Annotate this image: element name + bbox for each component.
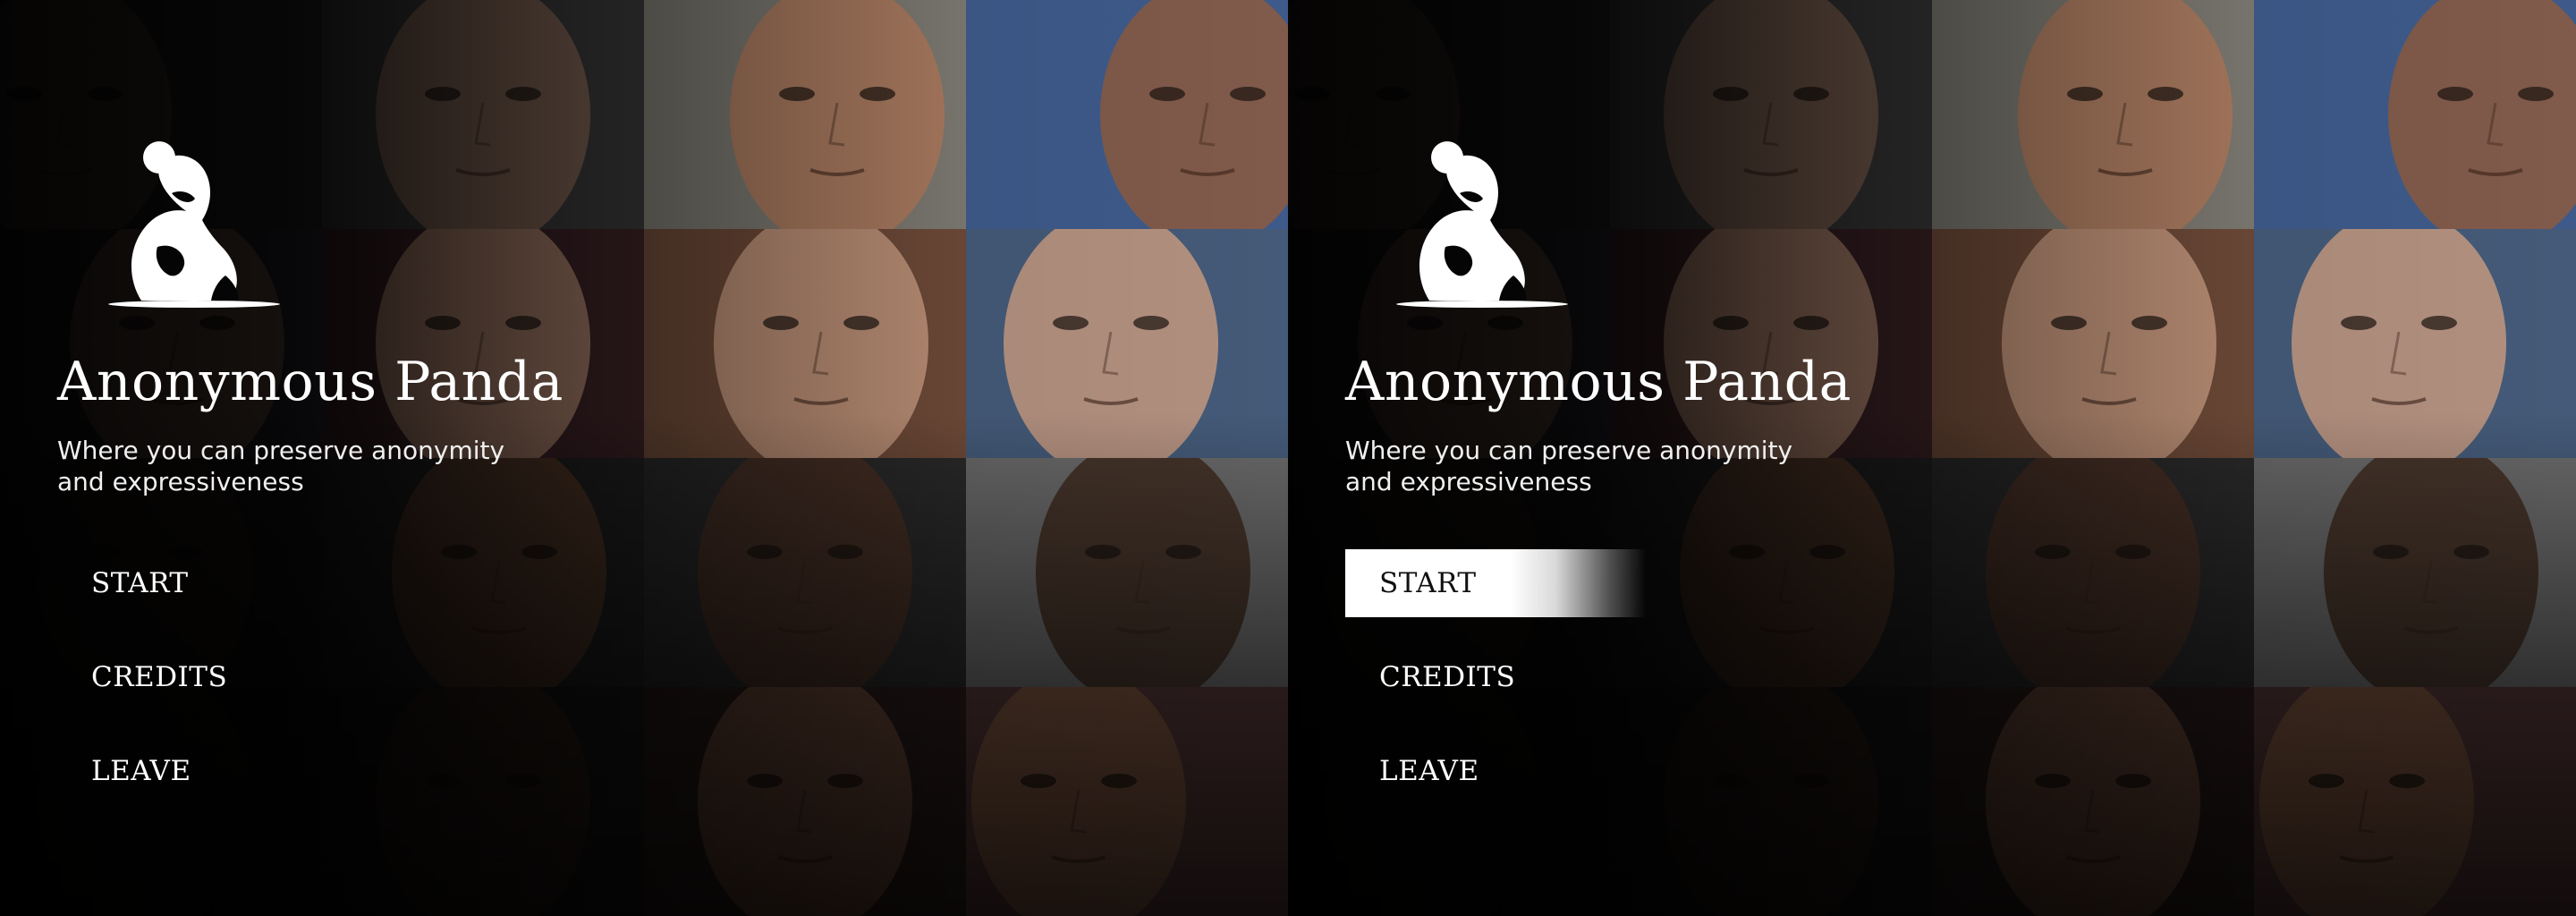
app-tagline: Where you can preserve anonymity and exp… [57,436,505,496]
panda-logo-icon [1396,141,1568,308]
credits-label: CREDITS [1379,661,1516,693]
app-title: Anonymous Panda [1345,351,1852,413]
main-menu: START CREDITS LEAVE [1345,549,1721,831]
main-menu-screen-default: Anonymous Panda Where you can preserve a… [0,0,1288,916]
start-label: START [1379,567,1477,599]
main-menu-screen-start-hovered: Anonymous Panda Where you can preserve a… [1288,0,2576,916]
credits-button[interactable]: CREDITS [1345,643,1721,711]
app-title: Anonymous Panda [57,351,564,413]
credits-label: CREDITS [91,661,228,693]
panda-logo-icon [108,141,280,308]
leave-button[interactable]: LEAVE [1345,737,1721,805]
screenshot-pair: Anonymous Panda Where you can preserve a… [0,0,2576,916]
start-label: START [91,567,189,599]
app-tagline: Where you can preserve anonymity and exp… [1345,436,1793,496]
start-button[interactable]: START [57,549,433,617]
start-button[interactable]: START [1345,549,1646,617]
credits-button[interactable]: CREDITS [57,643,433,711]
leave-label: LEAVE [91,755,191,787]
leave-label: LEAVE [1379,755,1479,787]
main-menu: START CREDITS LEAVE [57,549,433,831]
leave-button[interactable]: LEAVE [57,737,433,805]
